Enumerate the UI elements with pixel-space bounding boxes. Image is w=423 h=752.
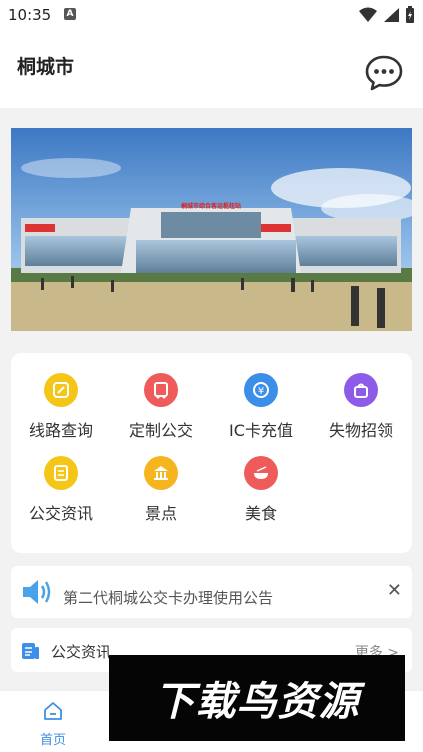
- speaker-icon: [23, 580, 51, 604]
- service-custom-bus[interactable]: 定制公交: [111, 373, 211, 441]
- notice-bar[interactable]: 第二代桐城公交卡办理使用公告 ✕: [11, 566, 412, 618]
- custom-bus-icon: [144, 373, 178, 407]
- news-title: 公交资讯: [51, 643, 112, 661]
- scenic-spot-icon: [144, 456, 178, 490]
- notice-text: 第二代桐城公交卡办理使用公告: [63, 589, 274, 607]
- notification-icon: A: [64, 8, 76, 20]
- service-label: 失物招领: [328, 421, 393, 440]
- status-bar: 10:35 A: [0, 0, 423, 30]
- status-indicators: [359, 6, 415, 24]
- svg-text:¥: ¥: [258, 386, 264, 397]
- battery-icon: [406, 6, 414, 23]
- service-route-search[interactable]: 线路查询: [11, 373, 111, 441]
- watermark-overlay: 下载鸟资源: [109, 655, 405, 741]
- tab-home[interactable]: 首页: [30, 701, 76, 748]
- service-food[interactable]: 美食: [211, 456, 311, 524]
- home-icon: [44, 702, 62, 720]
- service-label: 线路查询: [28, 421, 93, 440]
- service-label: 景点: [144, 504, 177, 523]
- service-label: 美食: [244, 504, 277, 523]
- bus-news-icon: [44, 456, 78, 490]
- wifi-icon: [359, 7, 377, 22]
- food-icon: [244, 456, 278, 490]
- route-search-icon: [44, 373, 78, 407]
- page-title: 桐城市: [17, 56, 75, 78]
- app-header: 桐城市: [0, 30, 423, 108]
- watermark-text: 下载鸟资源: [154, 679, 360, 725]
- banner-sign: 桐城市综合客运枢纽站: [181, 202, 241, 210]
- banner-image[interactable]: 桐城市综合客运枢纽站: [11, 128, 412, 331]
- service-grid: 线路查询 定制公交 ¥ IC卡充值 失物招领 公交资讯 景点 美食: [11, 353, 412, 553]
- ic-card-recharge-icon: ¥: [244, 373, 278, 407]
- status-time: 10:35: [8, 6, 52, 24]
- message-icon[interactable]: [365, 54, 403, 92]
- service-label: IC卡充值: [229, 421, 293, 440]
- lost-found-icon: [344, 373, 378, 407]
- service-bus-news[interactable]: 公交资讯: [11, 456, 111, 524]
- service-ic-recharge[interactable]: ¥ IC卡充值: [211, 373, 311, 441]
- tab-home-label: 首页: [39, 733, 66, 748]
- bus-station-illustration: 桐城市综合客运枢纽站: [11, 128, 412, 331]
- service-lost-found[interactable]: 失物招领: [311, 373, 411, 441]
- close-icon[interactable]: ✕: [387, 580, 402, 601]
- signal-icon: [384, 8, 399, 22]
- service-label: 定制公交: [128, 421, 193, 440]
- service-label: 公交资讯: [28, 504, 93, 523]
- news-icon: [22, 643, 39, 659]
- service-scenic[interactable]: 景点: [111, 456, 211, 524]
